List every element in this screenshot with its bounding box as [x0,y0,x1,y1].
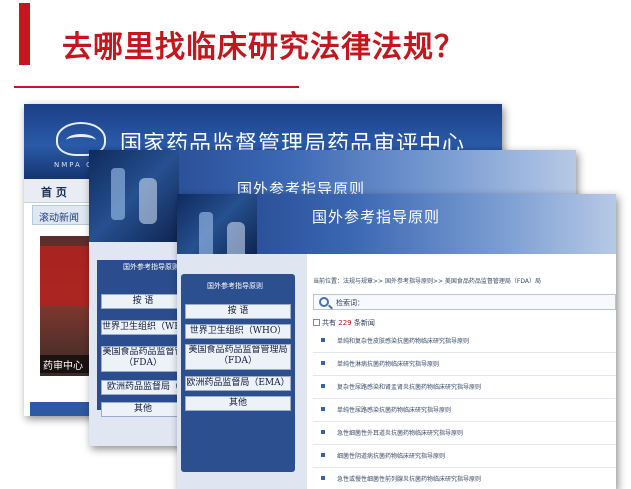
list-item-title[interactable]: 单纯性淋病抗菌药物临床研究指导原则 [337,359,439,368]
search-icon[interactable] [319,297,329,307]
sidebar-button-who[interactable]: 世界卫生组织（WHO [101,320,185,335]
list-item-title[interactable]: 急性或慢性细菌性前列腺炎抗菌药物临床研究指导原则 [337,474,481,483]
sidebar-button-ema[interactable]: 欧洲药品监督局（EMA） [185,376,291,391]
sidebar-heading: 国外参考指导原则 [123,263,179,271]
slide-title: 去哪里找临床研究法律法规？ [62,30,465,65]
sidebar: 国外参考指导原则 按 语 世界卫生组织（WHO） 美国食品药品监督管理局（FDA… [177,254,307,489]
lab-bottles-image [177,194,257,268]
guideline-banner: 国外参考指导原则 [177,194,616,268]
list-item[interactable]: 急性或慢性细菌性前列腺炎抗菌药物临床研究指导原则 [313,468,616,489]
sidebar-button-other[interactable]: 其他 [101,402,185,417]
count-suffix: 条新闻 [353,319,375,327]
count-prefix: 共有 [322,319,336,327]
breadcrumb: 当前位置：法规与规章>> 国外参考指导原则>> 美国食品药品监督管理局（FDA）… [313,278,541,285]
sidebar-button-fda[interactable]: 美国食品药品监督管 （FDA） [101,346,185,372]
news-label: 滚动新闻 [39,213,79,224]
sidebar-button-who[interactable]: 世界卫生组织（WHO） [185,324,291,339]
list-item[interactable]: 细菌性阴道病抗菌药物临床研究指导原则 [313,445,616,468]
bullet-icon [321,407,325,411]
list-item-title[interactable]: 急性细菌性外耳道炎抗菌药物临床研究指导原则 [337,428,463,437]
sidebar-button-fda[interactable]: 美国食品药品监督管理局（FDA） [185,344,291,370]
lab-bottles-image [89,150,179,242]
bullet-icon [321,476,325,480]
sidebar: 国外参考指导原则 按 语 世界卫生组织（WHO 美国食品药品监督管 （FDA） … [89,242,189,446]
title-accent-bar [19,3,30,65]
logo-text: NMPA C [54,161,93,169]
list-item[interactable]: 单纯和复杂性皮肤感染抗菌药物临床研究指导原则 [313,330,616,353]
bullet-icon [321,338,325,342]
guideline-page-front-screenshot: 国外参考指导原则 国外参考指导原则 按 语 世界卫生组织（WHO） 美国食品药品… [177,194,616,489]
list-item-title[interactable]: 复杂性尿路感染和肾盂肾炎抗菌药物临床研究指导原则 [337,382,481,391]
sidebar-heading: 国外参考指导原则 [207,282,263,290]
sidebar-button-other[interactable]: 其他 [185,396,291,411]
result-count: 共有 229 条新闻 [313,318,375,328]
guideline-list: 单纯和复杂性皮肤感染抗菌药物临床研究指导原则 单纯性淋病抗菌药物临床研究指导原则… [313,330,616,489]
list-item[interactable]: 急性细菌性外耳道炎抗菌药物临床研究指导原则 [313,422,616,445]
bullet-icon [321,430,325,434]
bullet-icon [321,361,325,365]
count-value: 229 [338,319,352,327]
nav-home-link[interactable]: 首 页 [41,184,67,200]
title-divider [14,86,299,88]
sidebar-button-ema[interactable]: 欧洲药品监督局（ [101,380,185,395]
main-content: 当前位置：法规与规章>> 国外参考指导原则>> 美国食品药品监督管理局（FDA）… [307,254,616,489]
list-item-title[interactable]: 细菌性阴道病抗菌药物临床研究指导原则 [337,451,445,460]
list-item[interactable]: 复杂性尿路感染和肾盂肾炎抗菌药物临床研究指导原则 [313,376,616,399]
list-item-title[interactable]: 单纯和复杂性皮肤感染抗菌药物临床研究指导原则 [337,336,469,345]
sidebar-button-preface[interactable]: 按 语 [185,304,291,319]
search-label: 检索词： [336,299,364,307]
bullet-icon [321,453,325,457]
list-item[interactable]: 单纯性淋病抗菌药物临床研究指导原则 [313,353,616,376]
list-item[interactable]: 单纯性尿路感染抗菌药物临床研究指导原则 [313,399,616,422]
bullet-icon [321,384,325,388]
banner-title: 国外参考指导原则 [312,208,441,226]
search-bar[interactable]: 检索词： [313,294,616,310]
sidebar-button-preface[interactable]: 按 语 [101,294,185,309]
checkbox-icon[interactable] [313,319,320,326]
list-item-title[interactable]: 单纯性尿路感染抗菌药物临床研究指导原则 [337,405,451,414]
